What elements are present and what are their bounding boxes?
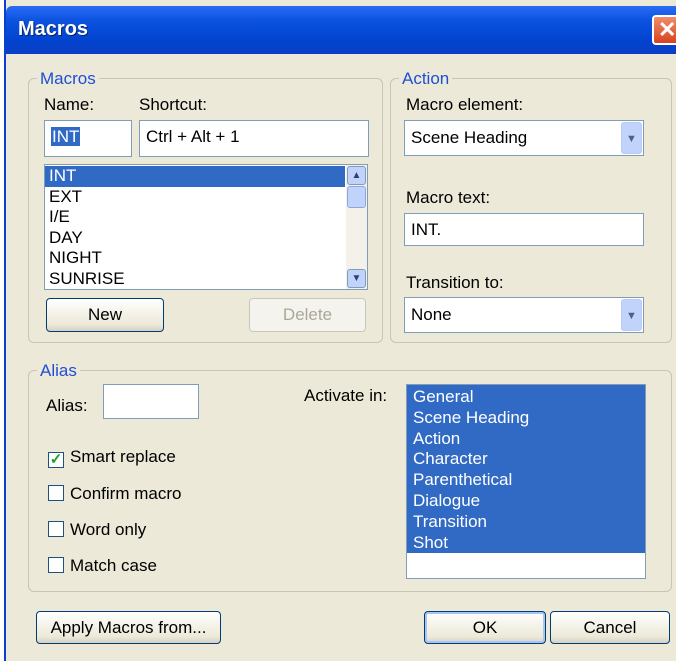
- chevron-up-icon: ▲: [351, 170, 362, 181]
- macro-element-value: Scene Heading: [411, 128, 528, 147]
- smart-replace-label: Smart replace: [70, 447, 176, 466]
- macro-list-item[interactable]: EXT: [45, 187, 345, 208]
- macro-text-input[interactable]: INT.: [404, 213, 644, 246]
- scroll-up-button[interactable]: ▲: [347, 166, 366, 185]
- close-icon: ✕: [658, 17, 677, 42]
- alias-label: Alias:: [46, 396, 88, 415]
- macro-element-select[interactable]: Scene Heading ▼: [404, 120, 644, 156]
- ok-button[interactable]: OK: [424, 611, 546, 644]
- title-bar[interactable]: Macros ✕: [6, 6, 676, 54]
- macros-dialog: Macros ✕ Macros Name: Shortcut: INT Ctrl…: [4, 0, 676, 661]
- name-label: Name:: [44, 95, 95, 114]
- word-only-checkbox[interactable]: Word only: [48, 520, 146, 540]
- macro-list-items: INT EXT I/E DAY NIGHT SUNRISE: [45, 165, 367, 289]
- alias-group-legend: Alias: [37, 361, 80, 381]
- chevron-down-icon: ▼: [351, 273, 362, 284]
- activate-in-list[interactable]: General Scene Heading Action Character Paren…: [406, 384, 646, 579]
- match-case-checkbox[interactable]: Match case: [48, 556, 157, 576]
- macro-list-item[interactable]: I/E: [45, 207, 345, 228]
- new-button[interactable]: New: [46, 298, 164, 332]
- checkbox-box[interactable]: [48, 521, 64, 537]
- macro-list[interactable]: INT EXT I/E DAY NIGHT SUNRISE ▲ ▼: [44, 164, 368, 290]
- macro-list-item[interactable]: DAY: [45, 228, 345, 249]
- window-title: Macros: [18, 18, 89, 40]
- transition-label: Transition to:: [406, 273, 504, 292]
- activate-in-item[interactable]: Action: [407, 429, 645, 450]
- scroll-thumb[interactable]: [347, 186, 366, 208]
- name-input[interactable]: INT: [44, 120, 132, 157]
- macro-list-scrollbar[interactable]: ▲ ▼: [346, 165, 367, 289]
- chevron-down-icon[interactable]: ▼: [621, 122, 642, 154]
- activate-in-item[interactable]: Shot: [407, 533, 645, 554]
- smart-replace-checkbox[interactable]: ✓ Smart replace: [48, 447, 176, 468]
- activate-in-label: Activate in:: [304, 386, 388, 405]
- transition-select[interactable]: None ▼: [404, 297, 644, 333]
- close-button[interactable]: ✕: [652, 15, 676, 45]
- checkbox-box[interactable]: ✓: [48, 452, 64, 468]
- match-case-label: Match case: [70, 556, 157, 575]
- alias-input[interactable]: [103, 384, 199, 419]
- activate-in-item[interactable]: Parenthetical: [407, 470, 645, 491]
- confirm-macro-label: Confirm macro: [70, 484, 182, 503]
- word-only-label: Word only: [70, 520, 147, 539]
- activate-in-item[interactable]: Dialogue: [407, 491, 645, 512]
- checkbox-box[interactable]: [48, 557, 64, 573]
- transition-value: None: [411, 305, 452, 324]
- name-input-value: INT: [51, 127, 81, 146]
- macro-text-label: Macro text:: [406, 188, 491, 207]
- macro-list-item[interactable]: SUNRISE: [45, 269, 345, 290]
- checkmark-icon: ✓: [49, 451, 63, 468]
- apply-macros-button[interactable]: Apply Macros from...: [36, 611, 221, 644]
- confirm-macro-checkbox[interactable]: Confirm macro: [48, 484, 181, 504]
- chevron-down-icon[interactable]: ▼: [621, 299, 642, 331]
- macro-element-label: Macro element:: [406, 95, 524, 114]
- checkbox-box[interactable]: [48, 485, 64, 501]
- activate-in-item[interactable]: Transition: [407, 512, 645, 533]
- macro-list-item[interactable]: INT: [45, 166, 345, 187]
- scroll-down-button[interactable]: ▼: [347, 269, 366, 288]
- delete-button[interactable]: Delete: [249, 298, 366, 332]
- activate-in-item[interactable]: Scene Heading: [407, 408, 645, 429]
- cancel-button[interactable]: Cancel: [550, 611, 670, 644]
- activate-in-items: General Scene Heading Action Character Paren…: [407, 385, 645, 554]
- macro-list-item[interactable]: NIGHT: [45, 248, 345, 269]
- shortcut-input[interactable]: Ctrl + Alt + 1: [139, 120, 369, 157]
- activate-in-item[interactable]: General: [407, 387, 645, 408]
- activate-in-item[interactable]: Character: [407, 449, 645, 470]
- macros-group-legend: Macros: [37, 69, 99, 89]
- action-group-legend: Action: [399, 69, 453, 89]
- shortcut-label: Shortcut:: [139, 95, 208, 114]
